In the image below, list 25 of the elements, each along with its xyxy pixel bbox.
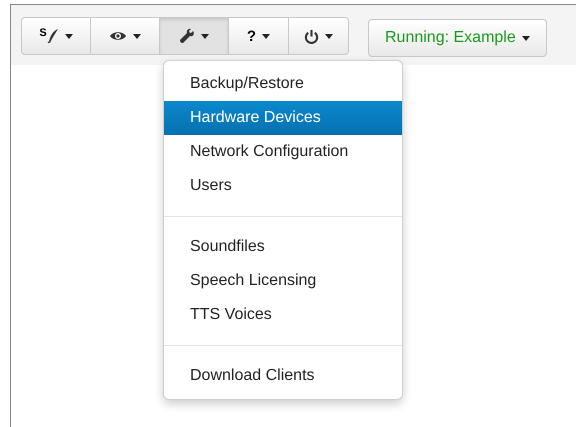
menu-item[interactable]: Hardware Devices <box>164 101 402 135</box>
power-icon <box>304 28 319 44</box>
menu-item[interactable]: Users <box>164 169 402 203</box>
s-label: S <box>39 28 47 39</box>
menu-item[interactable]: Download Clients <box>164 359 402 393</box>
wrench-icon <box>179 28 195 44</box>
menu-item[interactable]: Speech Licensing <box>164 264 402 298</box>
toolbar-button[interactable] <box>90 17 160 55</box>
caret-icon <box>201 34 209 38</box>
menu-item[interactable]: Backup/Restore <box>164 67 402 101</box>
menu-item[interactable]: TTS Voices <box>164 298 402 332</box>
toolbar-button[interactable] <box>159 17 229 55</box>
caret-icon <box>325 34 333 38</box>
feather-icon <box>46 28 59 44</box>
menu-item[interactable]: Soundfiles <box>164 230 402 264</box>
eye-icon <box>109 30 127 42</box>
toolbar-button[interactable] <box>288 17 349 55</box>
caret-icon <box>522 36 530 40</box>
question-mark: ? <box>246 28 256 44</box>
toolbar-button[interactable]: ? <box>228 17 289 55</box>
caret-icon <box>64 34 73 38</box>
caret-icon <box>262 34 270 38</box>
caret-icon <box>133 34 141 38</box>
toolbar-button[interactable]: S <box>21 17 91 55</box>
menu-item[interactable]: Network Configuration <box>164 135 402 169</box>
